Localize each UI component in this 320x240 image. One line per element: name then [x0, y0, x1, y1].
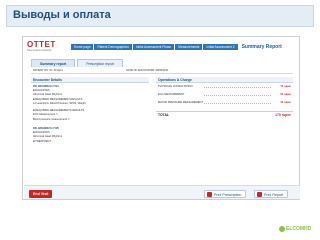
tab-prescription-report[interactable]: Prescription report	[77, 59, 123, 67]
total-label: TOTAL	[158, 113, 169, 117]
pdf-icon	[207, 192, 212, 197]
action-bar: End Visit Print Prescription Print Repor…	[24, 185, 300, 199]
charge-name: BLOOD PRESSURE MEASUREMENT	[158, 101, 203, 104]
charge-amount: 60 rupee	[280, 93, 291, 96]
pdf-icon	[257, 192, 262, 197]
encounter-line: Abnormal Heart Rhythms	[33, 93, 63, 96]
total-row: TOTAL 175 rupee	[156, 111, 293, 117]
charge-amount: 70 rupee	[280, 85, 291, 88]
encounter-doctor-2: DR. BRANDIZA # 525	[33, 127, 59, 130]
brand-logo-icon	[279, 226, 285, 232]
charge-amount: 45 rupee	[280, 101, 291, 104]
end-visit-button[interactable]: End Visit	[29, 190, 53, 198]
encounter-doctor-1: DR. BRANDIZA # 521	[33, 85, 59, 88]
encounter-date: DATE OF ENCOUNTER: 08/05/2011	[126, 69, 169, 72]
patient-number: PATIENT NO: Pt- 39 Apr4	[33, 69, 63, 72]
slide-title-bar: Выводы и оплата	[6, 5, 314, 27]
charge-row: ECG MEASUREMENT 60 rupee	[156, 93, 293, 98]
charge-dots	[204, 87, 271, 88]
encounter-line: ■ REQUIRED MEASUREMENTS RESULTS	[33, 109, 85, 112]
encounter-line: 12 Lead ECG, Blood Pressure, SPO2, Weigh…	[33, 102, 86, 105]
breadcrumb-initial-assessment-2[interactable]: Initial Assessment 2	[203, 43, 238, 50]
print-report-button[interactable]: Print Report	[254, 190, 289, 198]
charge-row: BLOOD PRESSURE MEASUREMENT 45 rupee	[156, 101, 293, 106]
operations-charge-header: Operations & Charge	[156, 77, 293, 83]
breadcrumb-measurements[interactable]: Measurements	[175, 43, 203, 50]
encounter-line: ■ TREATMENT	[33, 140, 51, 143]
print-prescription-label: Print Prescription	[214, 193, 242, 197]
app-window: OTTET Telemedicine Network Home page Pat…	[22, 36, 300, 200]
breadcrumb: Home page Patient Demographics Initial A…	[71, 43, 286, 50]
app-logo-tagline: Telemedicine Network	[27, 49, 52, 52]
tab-summary-report[interactable]: Summary report	[31, 59, 76, 67]
charge-dots	[204, 95, 271, 96]
encounter-line: ■ REQUIRED MEASUREMENT RESULTS	[33, 98, 83, 101]
app-logo: OTTET	[27, 40, 56, 49]
encounter-line: ■ DIAGNOSIS	[33, 131, 50, 134]
breadcrumb-home[interactable]: Home page	[71, 43, 94, 50]
total-amount: 175 rupee	[275, 113, 291, 117]
ecg-measurement-link[interactable]: ECG Measurement ✏	[33, 113, 58, 116]
print-prescription-button[interactable]: Print Prescription	[204, 190, 247, 198]
charge-row: PHYSICIAN CONSULTATION 70 rupee	[156, 85, 293, 90]
print-report-label: Print Report	[264, 193, 284, 197]
slide-title: Выводы и оплата	[13, 9, 111, 21]
blood-pressure-link[interactable]: Blood pressure measurement ✏	[33, 118, 70, 121]
report-tabs: Summary report Prescription report	[31, 59, 125, 67]
encounter-line: Abnormal Heart Rhythms	[33, 135, 63, 138]
patient-info-bar: PATIENT NO: Pt- 39 Apr4 DATE OF ENCOUNTE…	[31, 68, 293, 74]
brand-name: ELCOMHD	[286, 226, 312, 232]
encounter-details-header: Encounter Details	[31, 77, 149, 83]
breadcrumb-summary-report: Summary Report	[238, 43, 285, 50]
breadcrumb-demographics[interactable]: Patient Demographics	[94, 43, 132, 50]
charge-name: PHYSICIAN CONSULTATION	[158, 85, 193, 88]
charge-name: ECG MEASUREMENT	[158, 93, 185, 96]
breadcrumb-initial-assessment[interactable]: Initial Assessment Phase	[132, 43, 175, 50]
charge-dots	[204, 103, 271, 104]
encounter-line: ■ DIAGNOSIS	[33, 89, 50, 92]
